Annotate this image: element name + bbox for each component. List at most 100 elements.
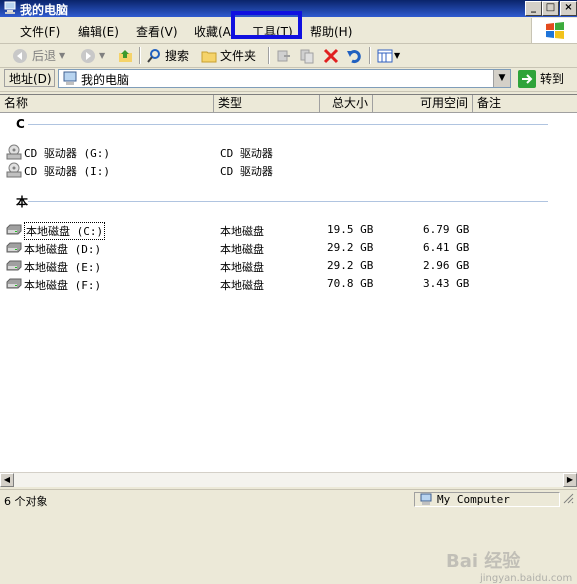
column-total-size[interactable]: 总大小: [320, 95, 373, 112]
drive-name: CD 驱动器 (G:): [24, 147, 110, 160]
list-item[interactable]: 本地磁盘 (E:) 本地磁盘 29.2 GB 2.96 GB: [0, 257, 577, 275]
drive-type: 本地磁盘: [220, 243, 264, 256]
drive-name: 本地磁盘 (F:): [24, 279, 102, 292]
list-item[interactable]: 本地磁盘 (C:) 本地磁盘 19.5 GB 6.79 GB: [0, 221, 577, 240]
go-button[interactable]: 转到: [518, 69, 564, 88]
group-divider: [28, 201, 548, 202]
delete-x-icon: [323, 48, 339, 63]
copy-to-icon: [300, 49, 314, 63]
drive-name: 本地磁盘 (C:): [24, 222, 106, 240]
drive-free-space: 2.96 GB: [423, 259, 470, 272]
status-object-count: 6 个对象: [4, 495, 48, 508]
hard-disk-icon: [6, 242, 22, 253]
computer-icon: [420, 493, 432, 505]
drive-total-size: 29.2 GB: [327, 259, 374, 272]
windows-flag-icon: [546, 22, 564, 39]
undo-button[interactable]: [346, 47, 362, 64]
watermark-text: Bai 经验: [446, 551, 521, 572]
menu-file[interactable]: 文件(F): [20, 23, 60, 40]
delete-button[interactable]: [323, 47, 339, 64]
folders-button[interactable]: 文件夹: [201, 47, 256, 64]
cd-drive-icon: [6, 162, 22, 178]
address-dropdown-icon[interactable]: ▼: [493, 70, 510, 87]
views-button[interactable]: ▼: [377, 47, 400, 64]
hard-disk-icon: [6, 278, 22, 289]
horizontal-scrollbar[interactable]: ◀ ▶: [0, 472, 577, 487]
forward-arrow-icon: [81, 48, 95, 63]
drive-type: 本地磁盘: [220, 261, 264, 274]
tools-highlight-box: [231, 11, 302, 39]
folder-icon: [201, 51, 217, 62]
undo-icon: [347, 49, 361, 63]
drive-name: 本地磁盘 (E:): [24, 261, 102, 274]
column-comment[interactable]: 备注: [473, 95, 577, 112]
group-divider: [28, 124, 548, 125]
menu-favorites[interactable]: 收藏(A): [194, 23, 236, 40]
status-location: My Computer: [437, 493, 510, 506]
move-to-button[interactable]: [276, 47, 292, 64]
forward-button[interactable]: ▼: [80, 47, 105, 64]
column-header: 名称 类型 总大小 可用空间 备注: [0, 95, 577, 113]
toolbar-separator: [139, 47, 141, 64]
cd-drive-icon: [6, 144, 22, 160]
list-item[interactable]: 本地磁盘 (F:) 本地磁盘 70.8 GB 3.43 GB: [0, 275, 577, 293]
windows-logo: [531, 18, 577, 43]
drive-type: CD 驱动器: [220, 165, 273, 178]
scroll-left-icon[interactable]: ◀: [0, 473, 14, 487]
minimize-button[interactable]: _: [525, 1, 542, 16]
group-header-c: C: [16, 117, 25, 131]
go-label: 转到: [540, 72, 565, 86]
status-panel: My Computer: [414, 492, 560, 507]
menu-help[interactable]: 帮助(H): [310, 23, 352, 40]
views-dropdown-icon[interactable]: ▼: [394, 51, 400, 60]
search-icon: [147, 48, 160, 63]
drive-total-size: 29.2 GB: [327, 241, 374, 254]
address-bar: 地址(D) 我的电脑 ▼ 转到: [0, 68, 577, 92]
drive-type: 本地磁盘: [220, 225, 264, 238]
column-name[interactable]: 名称: [0, 95, 214, 112]
drive-type: 本地磁盘: [220, 279, 264, 292]
status-bar: 6 个对象 My Computer: [0, 489, 577, 510]
toolbar-separator: [268, 47, 270, 64]
toolbar-separator: [369, 47, 371, 64]
list-item[interactable]: CD 驱动器 (I:) CD 驱动器: [0, 161, 577, 179]
search-button[interactable]: 搜索: [146, 47, 189, 64]
search-label: 搜索: [165, 49, 190, 63]
drive-name: 本地磁盘 (D:): [24, 243, 102, 256]
back-arrow-icon: [13, 48, 27, 63]
hard-disk-icon: [6, 224, 22, 235]
list-item[interactable]: CD 驱动器 (G:) CD 驱动器: [0, 143, 577, 161]
drive-free-space: 6.79 GB: [423, 223, 470, 236]
file-list-view: 名称 类型 总大小 可用空间 备注 C CD 驱动器 (G:) CD 驱动器 C…: [0, 94, 577, 584]
go-arrow-icon: [518, 69, 536, 88]
column-type[interactable]: 类型: [214, 95, 320, 112]
address-value: 我的电脑: [81, 73, 130, 87]
back-button[interactable]: 后退 ▼: [12, 47, 65, 64]
maximize-button[interactable]: □: [542, 1, 559, 16]
toolbar: 后退 ▼ ▼ 搜索 文件夹 ▼: [0, 44, 577, 68]
close-button[interactable]: ×: [560, 1, 577, 16]
drive-free-space: 3.43 GB: [423, 277, 470, 290]
group-header-local: 本: [16, 195, 29, 209]
hard-disk-icon: [6, 260, 22, 271]
views-icon: [377, 49, 393, 62]
drive-total-size: 19.5 GB: [327, 223, 374, 236]
list-item[interactable]: 本地磁盘 (D:) 本地磁盘 29.2 GB 6.41 GB: [0, 239, 577, 257]
computer-icon: [63, 71, 77, 85]
scroll-right-icon[interactable]: ▶: [563, 473, 577, 487]
drive-name: CD 驱动器 (I:): [24, 165, 110, 178]
back-label: 后退: [32, 49, 57, 63]
menu-edit[interactable]: 编辑(E): [78, 23, 119, 40]
forward-dropdown-icon[interactable]: ▼: [99, 51, 105, 60]
window-title: 我的电脑: [20, 3, 69, 17]
watermark-subtext: jingyan.baidu.com: [480, 573, 573, 584]
address-field[interactable]: 我的电脑 ▼: [58, 69, 511, 88]
resize-grip-icon[interactable]: [562, 492, 575, 507]
column-free-space[interactable]: 可用空间: [373, 95, 473, 112]
menu-view[interactable]: 查看(V): [136, 23, 178, 40]
copy-to-button[interactable]: [299, 47, 315, 64]
drive-type: CD 驱动器: [220, 147, 273, 160]
drive-total-size: 70.8 GB: [327, 277, 374, 290]
up-folder-button[interactable]: [118, 47, 134, 64]
back-dropdown-icon[interactable]: ▼: [59, 51, 65, 60]
